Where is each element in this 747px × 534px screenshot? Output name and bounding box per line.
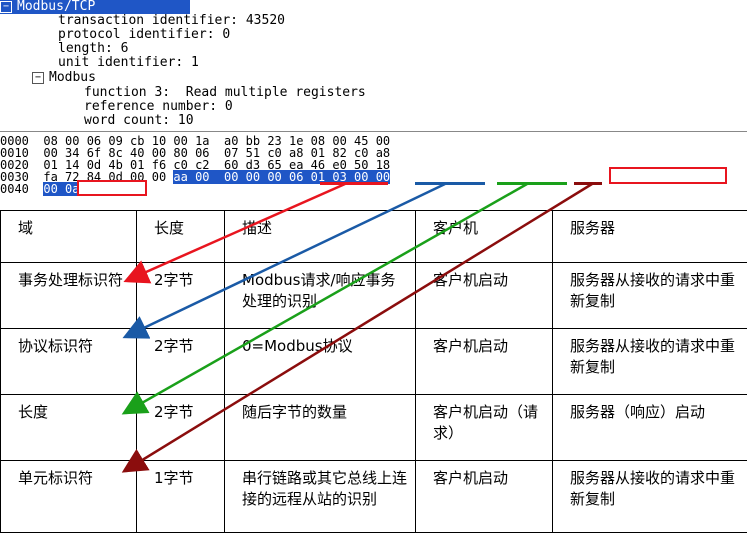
column-header: 长度 [136, 210, 225, 263]
column-header: 服务器 [552, 210, 747, 263]
table-cell: 客户机启动 [415, 262, 553, 329]
table-cell: 0=Modbus协议 [224, 328, 416, 395]
table-cell: 长度 [0, 394, 137, 461]
tree-modbus-node[interactable]: − Modbus [32, 71, 96, 85]
tree-field-word-count[interactable]: word count: 10 [84, 114, 194, 128]
table-cell: 协议标识符 [0, 328, 137, 395]
table-cell: 客户机启动 [415, 328, 553, 395]
tree-field-transaction-id[interactable]: transaction identifier: 43520 [58, 14, 285, 28]
tree-field-length[interactable]: length: 6 [58, 42, 128, 56]
tree-modbus-tcp-header[interactable]: − Modbus/TCP [0, 0, 190, 14]
tree-field-reference[interactable]: reference number: 0 [84, 100, 233, 114]
table-row: 长度 2字节 随后字节的数量 客户机启动（请求） 服务器（响应）启动 [0, 394, 747, 461]
length-underline [497, 182, 567, 185]
pane-divider [0, 131, 747, 132]
modbus-header-table: 域 长度 描述 客户机 服务器 事务处理标识符 2字节 Modbus请求/响应事… [0, 210, 747, 533]
function-code-highlight [609, 167, 727, 184]
table-cell: 2字节 [136, 394, 225, 461]
table-cell: 2字节 [136, 328, 225, 395]
table-cell: 客户机启动 [415, 460, 553, 533]
collapse-icon[interactable]: − [0, 1, 12, 13]
transaction-id-underline [320, 182, 388, 185]
tree-field-protocol-id[interactable]: protocol identifier: 0 [58, 28, 230, 42]
table-row: 单元标识符 1字节 串行链路或其它总线上连接的远程从站的识别 客户机启动 服务器… [0, 460, 747, 533]
unit-id-underline [574, 182, 602, 185]
table-row: 协议标识符 2字节 0=Modbus协议 客户机启动 服务器从接收的请求中重新复… [0, 328, 747, 395]
table-cell: 服务器从接收的请求中重新复制 [552, 262, 747, 329]
tree-field-unit-id[interactable]: unit identifier: 1 [58, 56, 199, 70]
table-cell: 服务器从接收的请求中重新复制 [552, 328, 747, 395]
column-header: 域 [0, 210, 137, 263]
table-cell: 事务处理标识符 [0, 262, 137, 329]
hex-offset: 0040 [0, 182, 29, 196]
table-cell: 串行链路或其它总线上连接的远程从站的识别 [224, 460, 416, 533]
word-count-highlight [77, 180, 147, 196]
tree-header-label: Modbus/TCP [17, 0, 96, 14]
table-cell: 客户机启动（请求） [415, 394, 553, 461]
tree-modbus-label: Modbus [49, 70, 96, 85]
table-header-row: 域 长度 描述 客户机 服务器 [0, 210, 747, 263]
tree-field-function[interactable]: function 3: Read multiple registers [84, 86, 366, 100]
table-row: 事务处理标识符 2字节 Modbus请求/响应事务处理的识别 客户机启动 服务器… [0, 262, 747, 329]
hex-row[interactable]: 0040 00 0a [0, 182, 80, 196]
table-cell: Modbus请求/响应事务处理的识别 [224, 262, 416, 329]
table-cell: 单元标识符 [0, 460, 137, 533]
table-cell: 随后字节的数量 [224, 394, 416, 461]
hex-selected-bytes[interactable]: 00 0a [43, 182, 80, 196]
table-cell: 服务器（响应）启动 [552, 394, 747, 461]
column-header: 描述 [224, 210, 416, 263]
collapse-icon[interactable]: − [32, 72, 44, 84]
table-cell: 1字节 [136, 460, 225, 533]
table-cell: 服务器从接收的请求中重新复制 [552, 460, 747, 533]
column-header: 客户机 [415, 210, 553, 263]
table-cell: 2字节 [136, 262, 225, 329]
protocol-id-underline [415, 182, 485, 185]
